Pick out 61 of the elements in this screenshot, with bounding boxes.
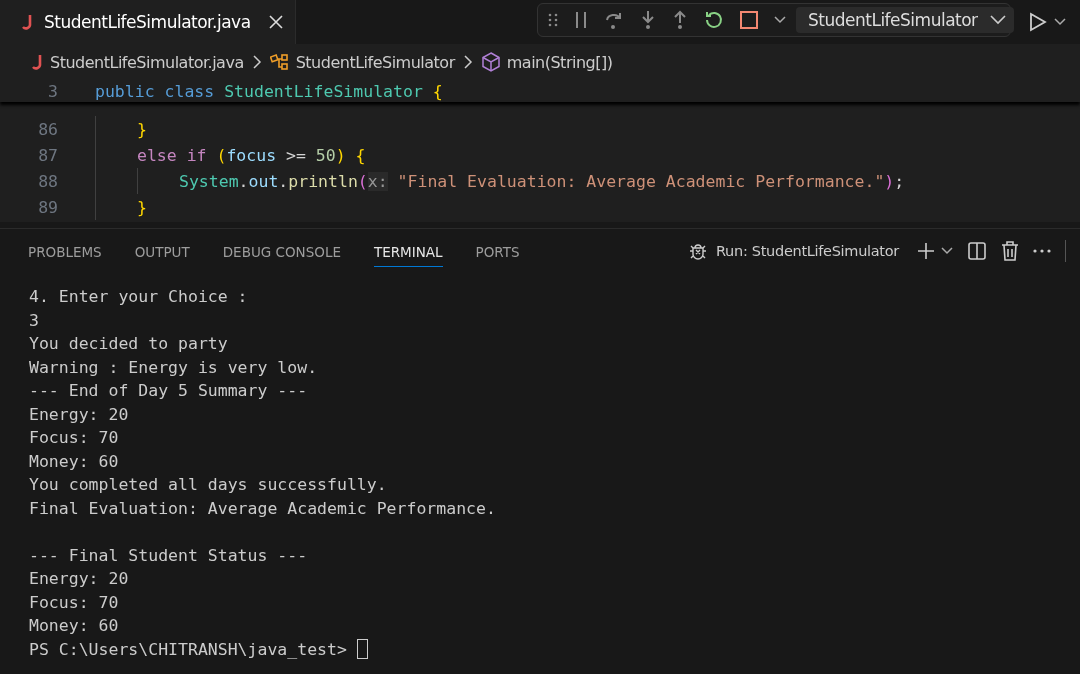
panel-tab[interactable]: PORTS xyxy=(475,235,520,267)
close-icon[interactable] xyxy=(268,15,283,29)
breadcrumb-item[interactable]: StudentLifeSimulator xyxy=(295,52,455,72)
panel-tab[interactable]: PROBLEMS xyxy=(28,235,102,267)
stop-icon[interactable] xyxy=(740,11,758,29)
terminal-prompt: PS C:\Users\CHITRANSH\java_test> xyxy=(29,638,347,661)
terminal-line: 4. Enter your Choice : xyxy=(29,286,249,308)
line-number: 87 xyxy=(37,145,58,165)
step-into-icon[interactable] xyxy=(640,10,656,30)
chevron-down-icon[interactable] xyxy=(774,16,786,24)
terminal-line: Focus: 70 xyxy=(29,427,120,449)
terminal-line: Energy: 20 xyxy=(29,403,130,426)
chevron-down-icon xyxy=(989,15,1006,25)
pause-icon[interactable] xyxy=(574,11,588,29)
terminal-line: Warning : Energy is very low. xyxy=(29,356,319,379)
panel-tab[interactable]: OUTPUT xyxy=(134,235,190,267)
more-icon[interactable] xyxy=(1033,249,1051,253)
run-icon[interactable] xyxy=(1029,12,1047,32)
chevron-right-icon xyxy=(462,55,473,69)
terminal-line: Final Evaluation: Average Academic Performance. xyxy=(29,497,497,520)
trash-icon[interactable] xyxy=(1001,241,1019,261)
drag-handle-icon[interactable] xyxy=(548,12,558,28)
launch-config-dropdown[interactable]: StudentLifeSimulator xyxy=(796,7,1014,33)
cube-icon xyxy=(480,52,501,72)
plus-icon[interactable] xyxy=(917,242,935,260)
terminal-line: --- Final Student Status --- xyxy=(29,544,309,567)
line-number: 3 xyxy=(47,81,58,101)
terminal-line: --- End of Day 5 Summary --- xyxy=(29,380,309,402)
terminal-line: 3 xyxy=(29,309,40,332)
panel-tab[interactable]: DEBUG CONSOLE xyxy=(222,235,341,267)
code-line: else if (focus >= 50) { xyxy=(137,145,366,165)
code-line: } xyxy=(137,197,147,217)
java-file-icon xyxy=(22,14,34,30)
split-icon[interactable] xyxy=(967,241,987,261)
editor-tab[interactable]: StudentLifeSimulator.java xyxy=(0,0,296,44)
terminal-line: Money: 60 xyxy=(29,450,120,473)
terminal-line: You decided to party xyxy=(29,333,229,355)
terminal-line: Focus: 70 xyxy=(29,591,120,614)
terminal-cursor xyxy=(356,639,368,660)
chevron-right-icon xyxy=(251,55,262,69)
java-file-icon xyxy=(32,54,44,70)
step-out-icon[interactable] xyxy=(672,10,688,30)
code-line: System.out.println(x: "Final Evaluation: Average Academic Performance."); xyxy=(179,171,905,191)
line-number: 88 xyxy=(37,171,58,191)
chevron-down-icon[interactable] xyxy=(1054,18,1066,26)
breadcrumb-item[interactable]: StudentLifeSimulator.java xyxy=(50,52,244,72)
terminal-line: Energy: 20 xyxy=(29,568,130,590)
terminal-line: You completed all days successfully. xyxy=(29,474,388,496)
terminal-line: Money: 60 xyxy=(29,615,120,637)
panel-tab[interactable]: TERMINAL xyxy=(373,235,443,267)
step-over-icon[interactable] xyxy=(604,10,624,30)
terminal-name[interactable]: Run: StudentLifeSimulator xyxy=(716,243,899,259)
restart-icon[interactable] xyxy=(704,10,724,30)
bug-icon xyxy=(688,241,708,261)
chevron-down-icon[interactable] xyxy=(941,247,953,255)
line-number: 89 xyxy=(37,197,58,217)
breadcrumb-item[interactable]: main(String[]) xyxy=(506,52,613,72)
line-number: 86 xyxy=(37,119,58,139)
class-icon xyxy=(269,54,290,70)
code-line: public class StudentLifeSimulator { xyxy=(95,81,443,101)
code-line: } xyxy=(137,119,147,139)
